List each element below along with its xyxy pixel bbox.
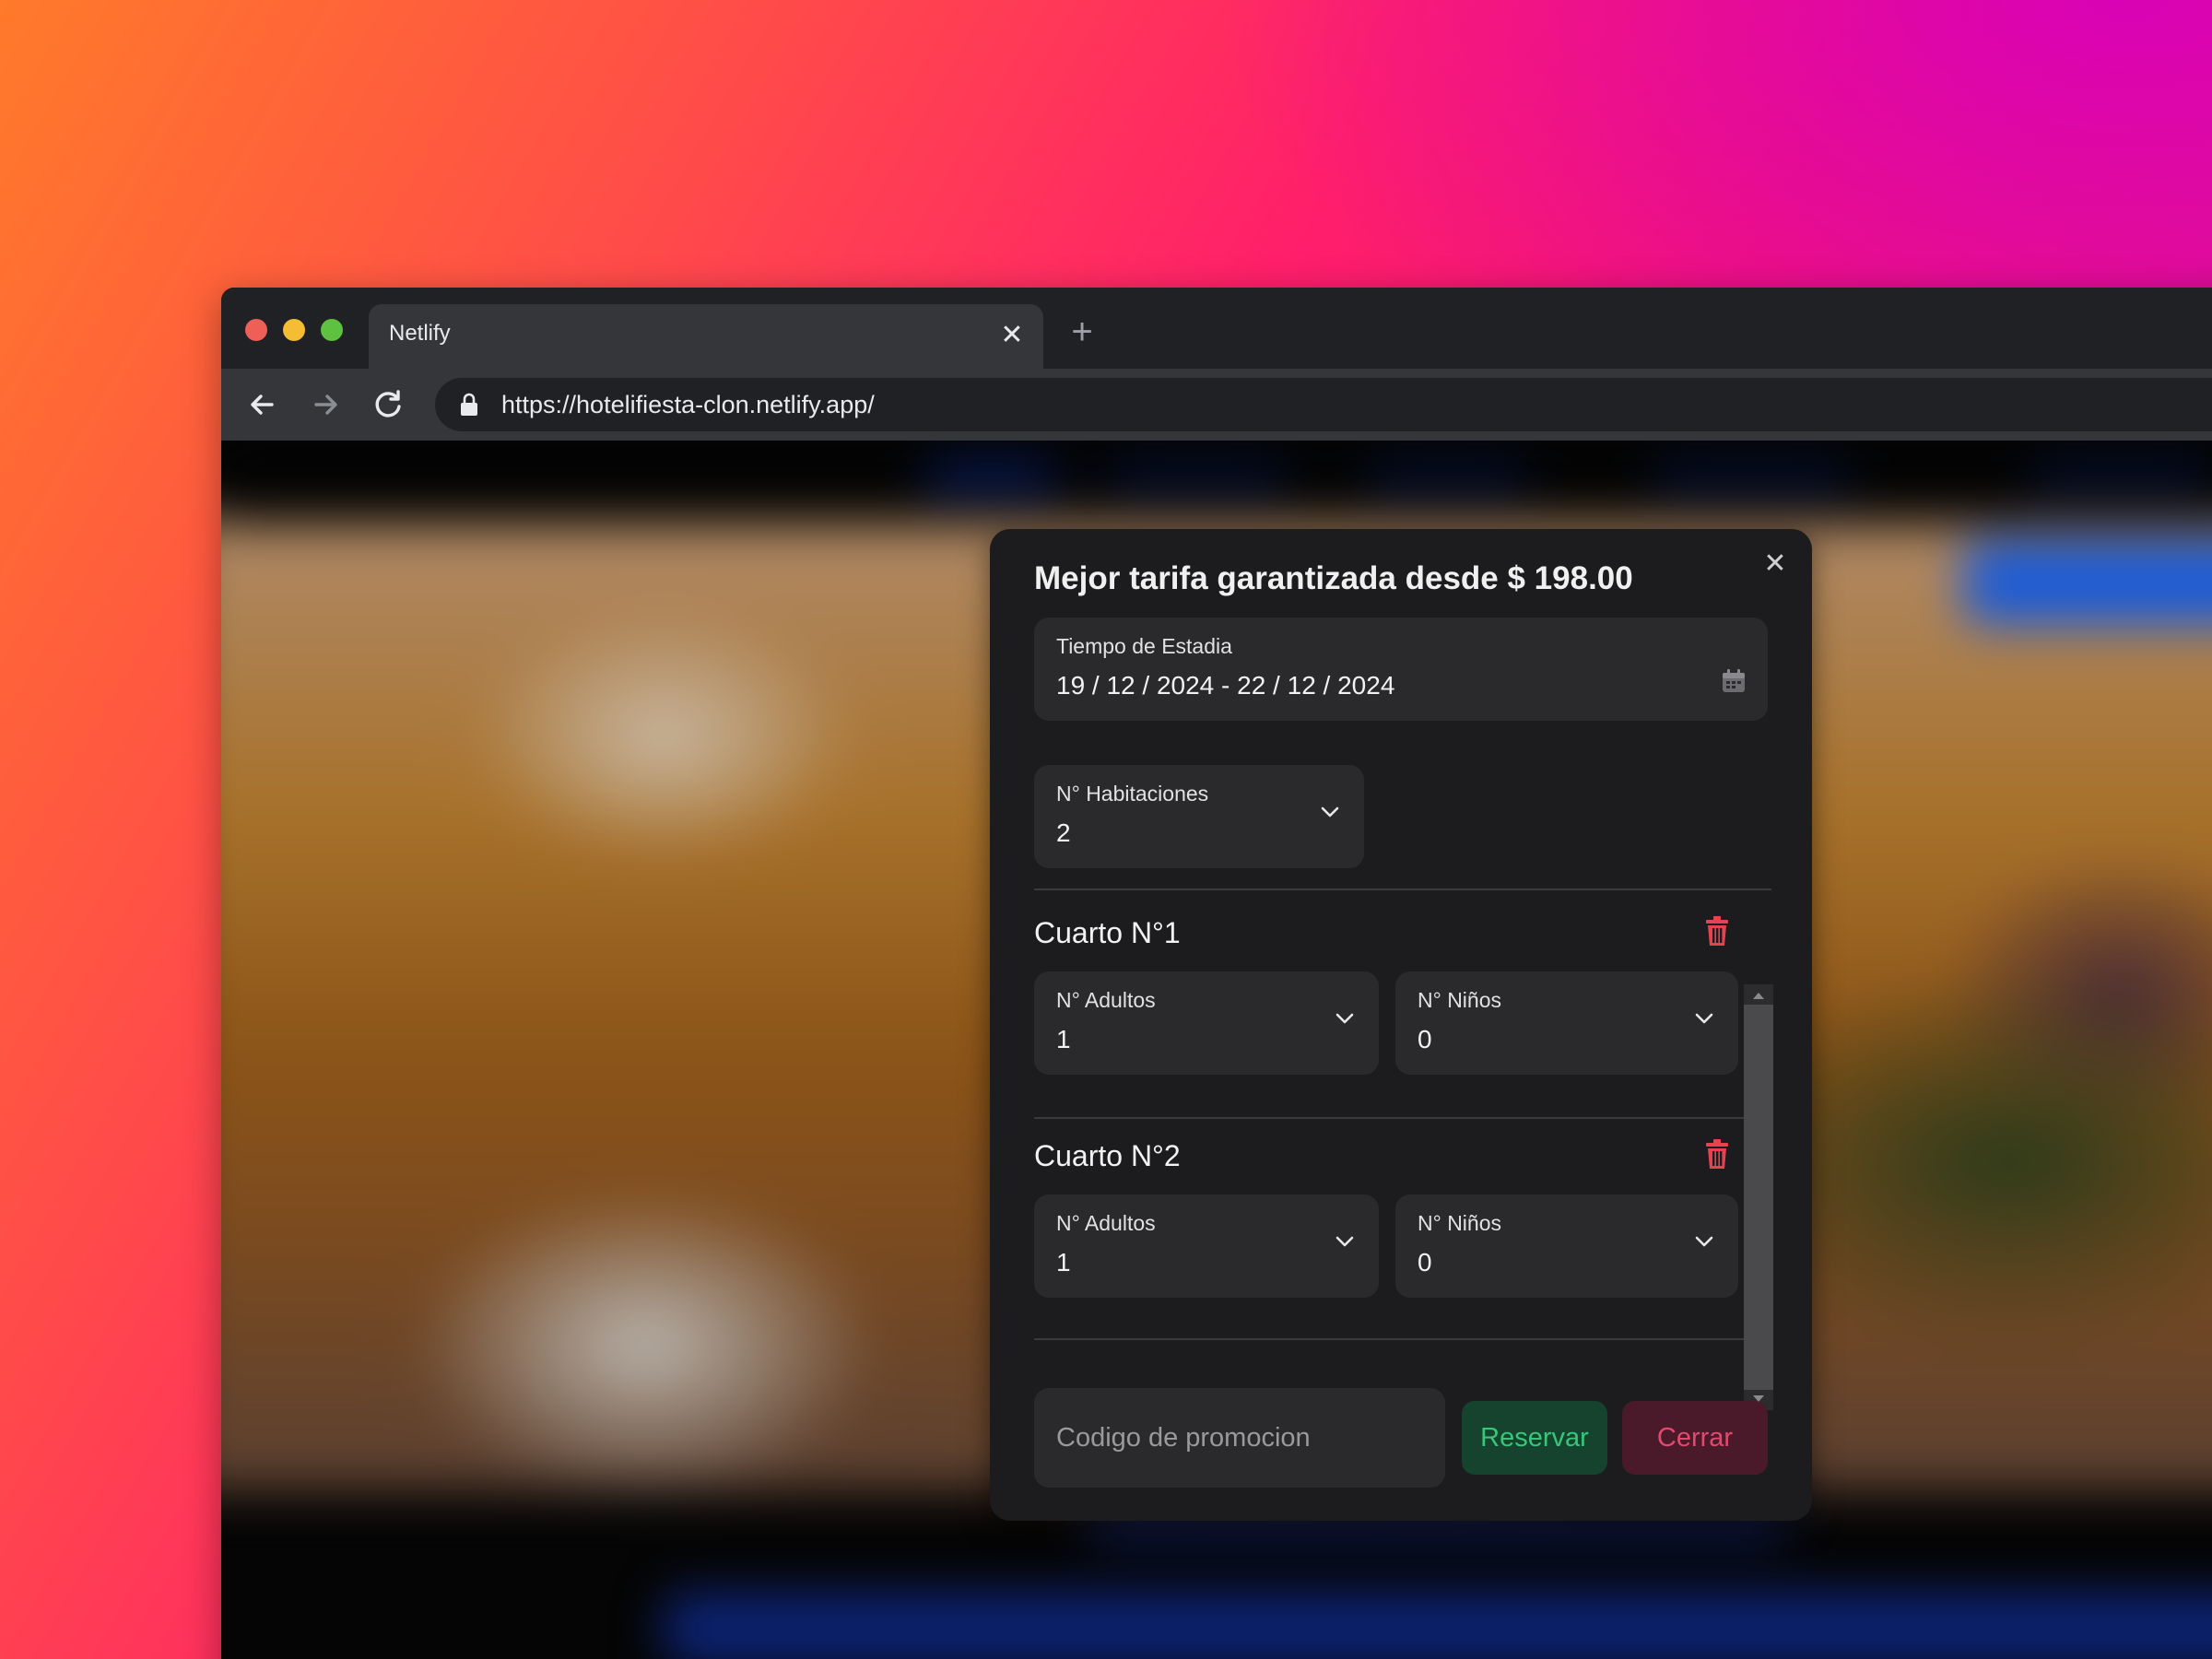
adults-value: 1 xyxy=(1056,1248,1071,1277)
site-heading xyxy=(664,1593,2212,1659)
chevron-down-icon xyxy=(1695,1236,1713,1247)
divider xyxy=(1034,1338,1744,1340)
divider xyxy=(1034,888,1771,890)
children-label: N° Niños xyxy=(1418,1211,1502,1235)
close-icon[interactable]: ✕ xyxy=(1759,547,1792,581)
promo-code-input[interactable]: Codigo de promocion xyxy=(1034,1388,1445,1488)
children-label: N° Niños xyxy=(1418,988,1502,1012)
adults-label: N° Adultos xyxy=(1056,1211,1156,1235)
minimize-window-button[interactable] xyxy=(283,319,305,341)
divider xyxy=(1034,1117,1744,1119)
stay-dates-field[interactable]: Tiempo de Estadia 19 / 12 / 2024 - 22 / … xyxy=(1034,618,1768,721)
browser-tab[interactable]: Netlify ✕ xyxy=(369,304,1043,371)
trash-icon[interactable] xyxy=(1703,914,1731,947)
chevron-down-icon xyxy=(1321,806,1339,818)
lock-icon xyxy=(461,393,477,416)
site-cta-button xyxy=(1963,542,2212,625)
room-1-title: Cuarto N°1 xyxy=(1034,916,1181,949)
chevron-down-icon xyxy=(1335,1013,1354,1024)
rooms-count-label: N° Habitaciones xyxy=(1056,782,1209,806)
room-2-children-select[interactable]: N° Niños 0 xyxy=(1395,1194,1738,1298)
reload-icon[interactable] xyxy=(367,383,409,426)
trash-icon[interactable] xyxy=(1703,1137,1731,1171)
rooms-count-select[interactable]: N° Habitaciones 2 xyxy=(1034,765,1364,868)
maximize-window-button[interactable] xyxy=(321,319,343,341)
back-arrow-icon[interactable] xyxy=(241,383,284,426)
promo-code-placeholder: Codigo de promocion xyxy=(1056,1423,1311,1453)
children-value: 0 xyxy=(1418,1025,1432,1053)
forward-arrow-icon[interactable] xyxy=(304,383,347,426)
calendar-icon[interactable] xyxy=(1720,667,1747,695)
room-1-adults-select[interactable]: N° Adultos 1 xyxy=(1034,971,1379,1075)
room-1-children-select[interactable]: N° Niños 0 xyxy=(1395,971,1738,1075)
adults-label: N° Adultos xyxy=(1056,988,1156,1012)
url-text: https://hotelifiesta-clon.netlify.app/ xyxy=(501,391,875,418)
scroll-up-icon[interactable] xyxy=(1751,990,1766,1001)
site-navbar xyxy=(221,441,2212,524)
desktop-background: Netlify ✕ + https://hotelifiesta-clon.ne… xyxy=(0,0,2212,1659)
plus-icon[interactable]: + xyxy=(1062,312,1102,352)
room-2-adults-select[interactable]: N° Adultos 1 xyxy=(1034,1194,1379,1298)
tab-title: Netlify xyxy=(389,321,451,346)
reserve-button[interactable]: Reservar xyxy=(1462,1401,1607,1475)
modal-title: Mejor tarifa garantizada desde $ 198.00 xyxy=(1034,560,1633,596)
rooms-scrollbar-thumb[interactable] xyxy=(1744,1005,1773,1390)
browser-toolbar: https://hotelifiesta-clon.netlify.app/ xyxy=(221,369,2212,441)
page-viewport: ✕ Mejor tarifa garantizada desde $ 198.0… xyxy=(221,441,2212,1659)
booking-modal: ✕ Mejor tarifa garantizada desde $ 198.0… xyxy=(990,529,1812,1521)
adults-value: 1 xyxy=(1056,1025,1071,1053)
close-button[interactable]: Cerrar xyxy=(1622,1401,1768,1475)
room-2-title: Cuarto N°2 xyxy=(1034,1139,1181,1172)
address-bar[interactable]: https://hotelifiesta-clon.netlify.app/ xyxy=(435,378,2212,431)
stay-dates-label: Tiempo de Estadia xyxy=(1056,634,1232,658)
close-icon[interactable]: ✕ xyxy=(995,319,1029,352)
children-value: 0 xyxy=(1418,1248,1432,1277)
chevron-down-icon xyxy=(1695,1013,1713,1024)
stay-dates-value: 19 / 12 / 2024 - 22 / 12 / 2024 xyxy=(1056,671,1395,700)
rooms-count-value: 2 xyxy=(1056,818,1071,847)
chevron-down-icon xyxy=(1335,1236,1354,1247)
browser-titlebar: Netlify ✕ + xyxy=(221,288,2212,371)
close-window-button[interactable] xyxy=(245,319,267,341)
browser-window: Netlify ✕ + https://hotelifiesta-clon.ne… xyxy=(221,288,2212,1659)
